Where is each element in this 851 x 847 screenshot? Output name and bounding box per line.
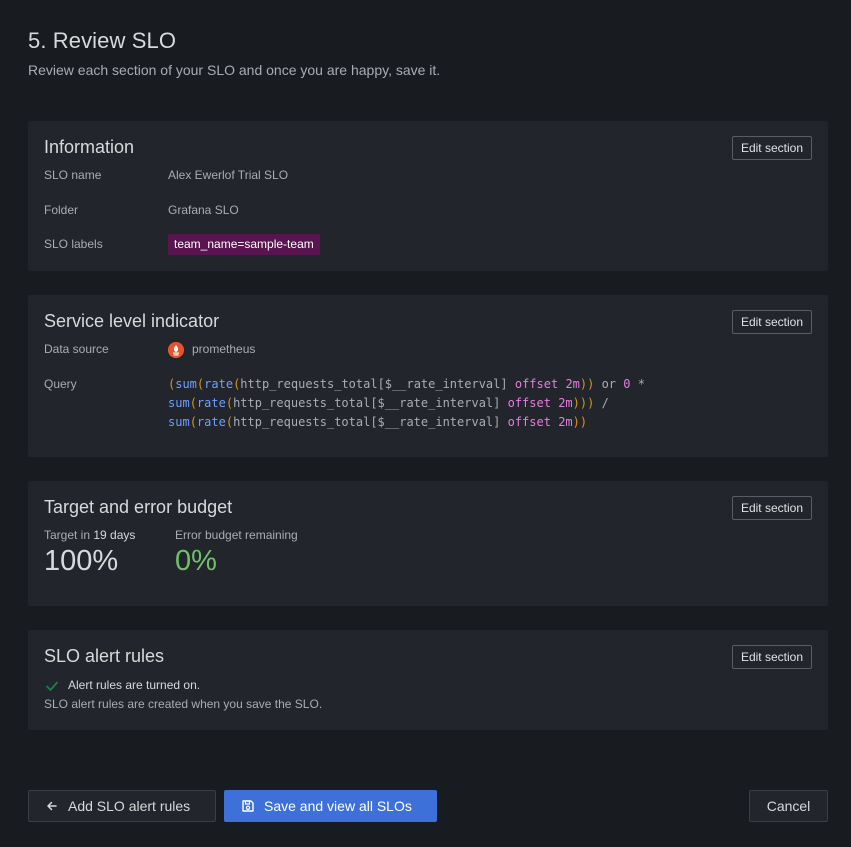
budget-label: Error budget remaining [175,528,298,542]
alerts-title: SLO alert rules [44,646,165,666]
query-line: sum(rate(http_requests_total[$__rate_int… [168,396,609,410]
slo-name-label: SLO name [44,168,102,182]
add-alert-rules-label: Add SLO alert rules [68,798,191,814]
budget-value: 0% [175,545,217,577]
slo-label-chip: team_name=sample-team [168,234,320,255]
alerts-status: Alert rules are turned on. [68,678,201,692]
save-icon [240,798,256,814]
save-view-slos-label: Save and view all SLOs [264,798,412,814]
information-title: Information [44,137,135,157]
target-card: Target and error budget Edit section Tar… [28,481,828,606]
check-icon [44,678,60,694]
target-value: 100% [44,545,119,577]
folder-value: Grafana SLO [168,203,239,217]
arrow-left-icon [44,798,60,814]
target-window: 19 days [93,528,136,542]
datasource-label: Data source [44,342,109,356]
target-label-prefix: Target in [44,528,91,542]
sli-title: Service level indicator [44,311,220,331]
slo-labels-label: SLO labels [44,237,103,251]
add-alert-rules-button[interactable]: Add SLO alert rules [28,790,216,822]
target-title: Target and error budget [44,497,233,517]
alerts-note: SLO alert rules are created when you sav… [44,697,323,711]
alerts-card: SLO alert rules Edit section Alert rules… [28,630,828,730]
sli-card: Service level indicator Edit section Dat… [28,295,828,457]
query-label: Query [44,377,77,391]
save-view-slos-button[interactable]: Save and view all SLOs [224,790,437,822]
query-line: sum(rate(http_requests_total[$__rate_int… [168,415,588,429]
folder-label: Folder [44,203,79,217]
cancel-button[interactable]: Cancel [749,790,828,822]
target-label: Target in 19 days [44,528,135,542]
slo-name-value: Alex Ewerlof Trial SLO [168,168,289,182]
page-title: 5. Review SLO [28,28,177,53]
query-code: (sum(rate(http_requests_total[$__rate_in… [168,375,645,432]
edit-sli-button[interactable]: Edit section [731,310,812,334]
information-card: Information Edit section SLO name Alex E… [28,121,828,271]
edit-alerts-button[interactable]: Edit section [731,645,812,669]
page-subtitle: Review each section of your SLO and once… [28,62,441,78]
query-line: (sum(rate(http_requests_total[$__rate_in… [168,377,645,391]
datasource-value: prometheus [192,342,256,356]
edit-information-button[interactable]: Edit section [731,136,812,160]
edit-target-button[interactable]: Edit section [731,496,812,520]
prometheus-icon [168,342,184,358]
